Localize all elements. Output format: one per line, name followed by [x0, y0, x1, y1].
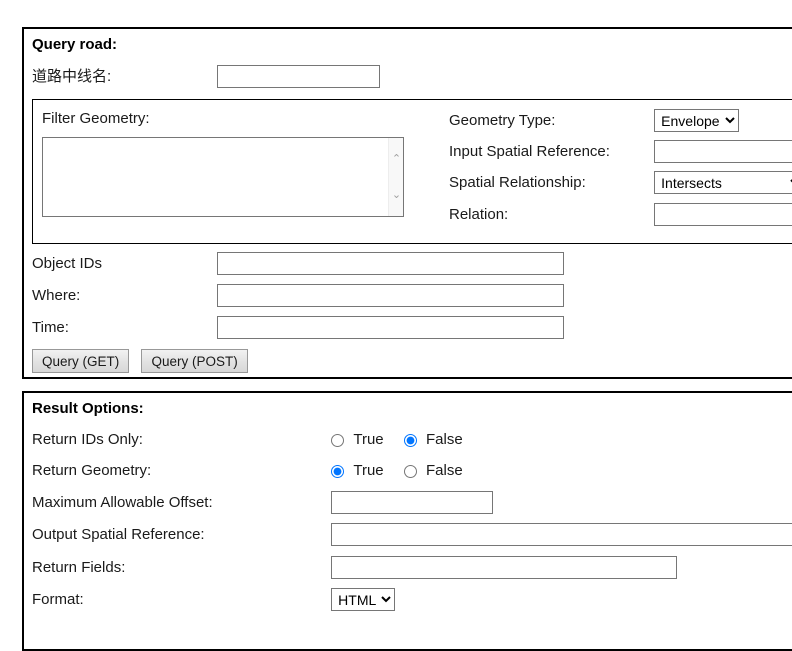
geometry-type-label: Geometry Type: — [449, 110, 650, 132]
return-geometry-false-option[interactable]: False — [404, 460, 463, 482]
scroll-down-icon[interactable]: ⌄ — [389, 187, 404, 202]
filter-geometry-textarea[interactable] — [43, 138, 388, 216]
result-options-panel: Result Options: Return IDs Only: True Fa… — [22, 391, 792, 651]
query-panel-title: Query road: — [32, 36, 117, 53]
format-select[interactable]: HTML — [331, 588, 395, 611]
geometry-type-select[interactable]: Envelope — [654, 109, 739, 132]
road-name-row: 道路中线名: — [32, 65, 380, 87]
query-buttons-row: Query (GET) Query (POST) — [32, 349, 248, 371]
return-ids-only-true-option[interactable]: True — [331, 429, 383, 451]
return-ids-only-false-label: False — [426, 431, 463, 448]
spatial-relationship-row: Spatial Relationship: Intersects — [449, 171, 792, 193]
return-fields-label: Return Fields: — [32, 557, 327, 579]
output-spatial-reference-label: Output Spatial Reference: — [32, 524, 327, 546]
time-label: Time: — [32, 317, 213, 339]
relation-input[interactable] — [654, 203, 792, 226]
return-geometry-row: Return Geometry: True False — [32, 460, 479, 482]
max-offset-row: Maximum Allowable Offset: — [32, 491, 493, 513]
format-label: Format: — [32, 589, 327, 611]
max-offset-input[interactable] — [331, 491, 493, 514]
query-get-button[interactable]: Query (GET) — [32, 349, 129, 373]
query-post-button[interactable]: Query (POST) — [141, 349, 247, 373]
return-geometry-true-option[interactable]: True — [331, 460, 383, 482]
return-ids-only-true-radio[interactable] — [331, 434, 344, 447]
where-row: Where: — [32, 284, 564, 306]
return-geometry-false-label: False — [426, 462, 463, 479]
spatial-relationship-select[interactable]: Intersects — [654, 171, 792, 194]
filter-geometry-subpanel: Filter Geometry: ⌃ ⌄ Geometry Type: Enve… — [32, 99, 792, 244]
return-fields-row: Return Fields: — [32, 556, 677, 578]
return-geometry-false-radio[interactable] — [404, 465, 417, 478]
return-geometry-true-label: True — [353, 462, 383, 479]
input-spatial-reference-input[interactable] — [654, 140, 792, 163]
object-ids-input[interactable] — [217, 252, 564, 275]
format-row: Format: HTML — [32, 588, 395, 610]
input-spatial-reference-label: Input Spatial Reference: — [449, 141, 650, 163]
return-geometry-label: Return Geometry: — [32, 460, 327, 482]
spatial-relationship-label: Spatial Relationship: — [449, 172, 650, 194]
filter-geometry-label: Filter Geometry: — [42, 110, 150, 127]
geometry-type-row: Geometry Type: Envelope — [449, 109, 739, 131]
query-form-page: Query road: 道路中线名: Filter Geometry: ⌃ ⌄ … — [0, 0, 792, 611]
time-row: Time: — [32, 316, 564, 338]
return-fields-input[interactable] — [331, 556, 677, 579]
time-input[interactable] — [217, 316, 564, 339]
return-ids-only-row: Return IDs Only: True False — [32, 429, 479, 451]
road-name-input[interactable] — [217, 65, 380, 88]
scroll-up-icon[interactable]: ⌃ — [389, 151, 404, 166]
object-ids-row: Object IDs — [32, 252, 564, 274]
result-options-title: Result Options: — [32, 400, 144, 417]
return-ids-only-false-option[interactable]: False — [404, 429, 463, 451]
road-name-label: 道路中线名: — [32, 66, 213, 88]
object-ids-label: Object IDs — [32, 253, 213, 275]
max-offset-label: Maximum Allowable Offset: — [32, 492, 327, 514]
relation-label: Relation: — [449, 204, 650, 226]
where-input[interactable] — [217, 284, 564, 307]
query-panel: Query road: 道路中线名: Filter Geometry: ⌃ ⌄ … — [22, 27, 792, 379]
filter-geometry-scrollbar[interactable]: ⌃ ⌄ — [388, 138, 403, 216]
relation-row: Relation: — [449, 203, 792, 225]
output-spatial-reference-row: Output Spatial Reference: — [32, 523, 792, 545]
return-geometry-true-radio[interactable] — [331, 465, 344, 478]
output-spatial-reference-input[interactable] — [331, 523, 792, 546]
return-ids-only-label: Return IDs Only: — [32, 429, 327, 451]
input-spatial-reference-row: Input Spatial Reference: — [449, 140, 792, 162]
return-ids-only-false-radio[interactable] — [404, 434, 417, 447]
return-ids-only-true-label: True — [353, 431, 383, 448]
filter-geometry-box: ⌃ ⌄ — [42, 137, 404, 217]
where-label: Where: — [32, 285, 213, 307]
